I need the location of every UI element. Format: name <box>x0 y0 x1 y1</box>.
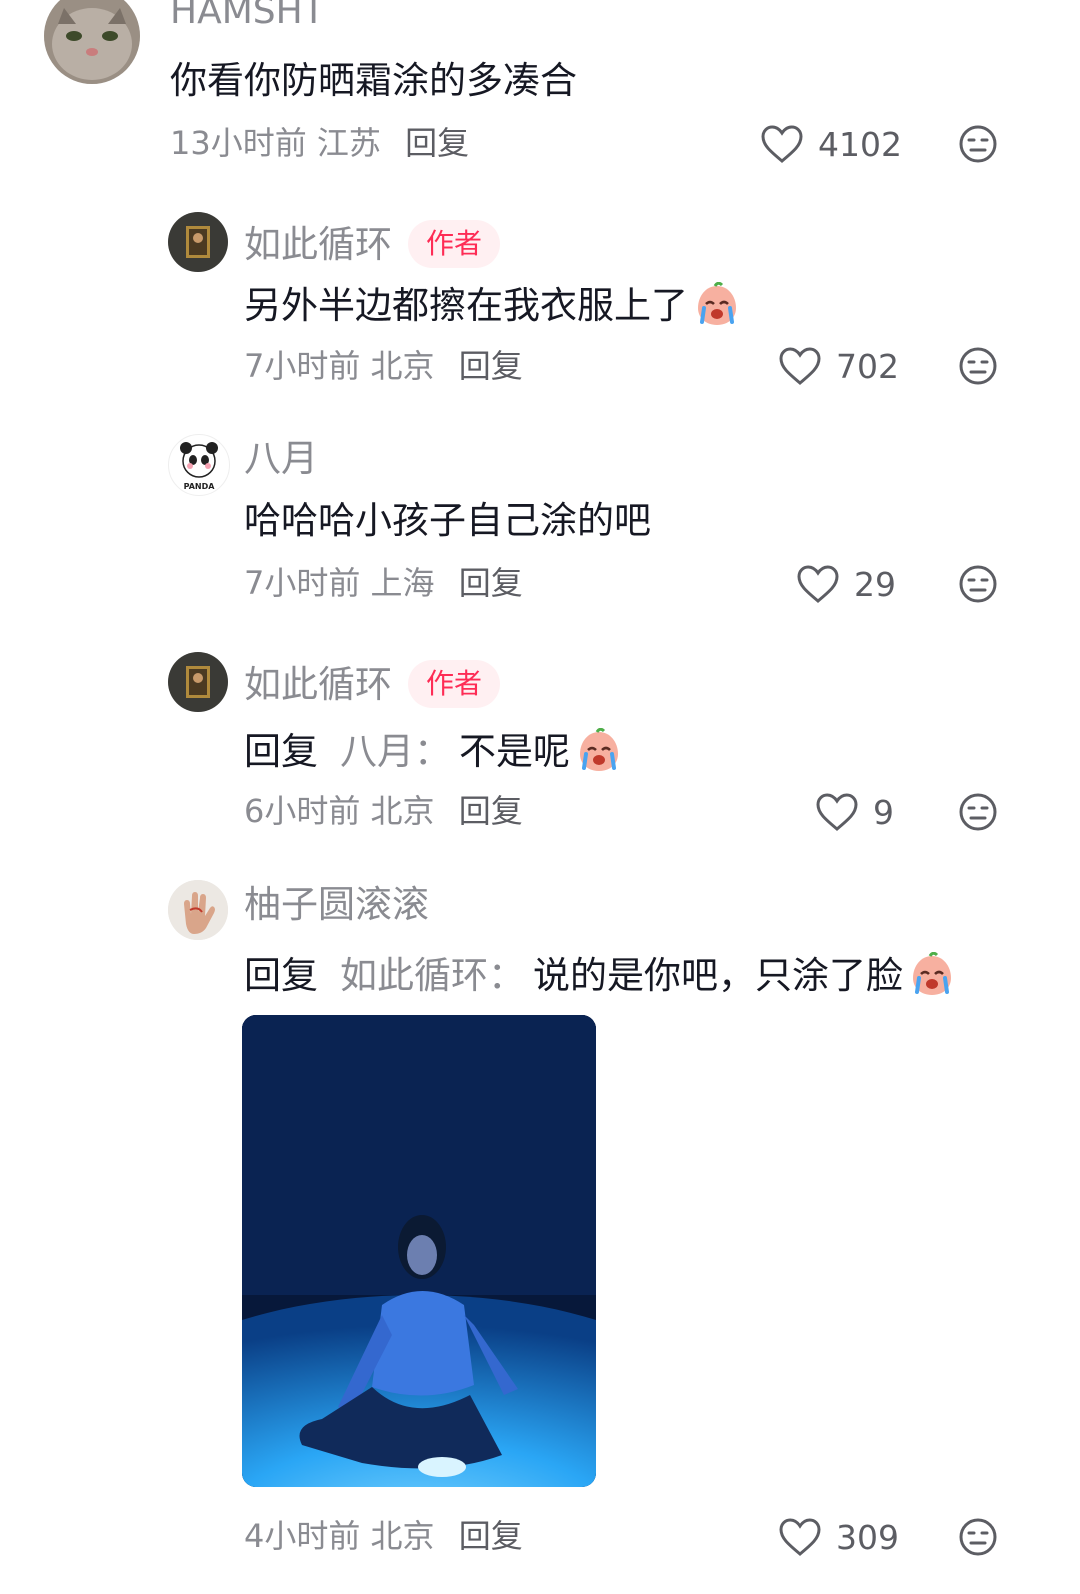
comment-author[interactable]: HAMSHT <box>170 0 325 30</box>
reply-button[interactable]: 回复 <box>459 564 523 602</box>
attached-photo[interactable] <box>242 1015 596 1487</box>
comment-meta: 13小时前 江苏 回复 <box>170 127 469 159</box>
author-name[interactable]: 如此循环 <box>244 666 392 703</box>
heart-outline-icon <box>779 1518 821 1556</box>
heart-outline-icon <box>797 565 839 603</box>
comment-body: 哈哈哈小孩子自己涂的吧 <box>244 499 651 542</box>
comment-meta: 7小时前 北京 回复 <box>244 350 523 382</box>
like-button[interactable]: 9 <box>815 792 894 832</box>
comment-text: 另外半边都擦在我衣服上了 <box>244 282 740 328</box>
neutral-face-icon[interactable] <box>958 346 998 386</box>
reply-button[interactable]: 回复 <box>459 1517 523 1555</box>
neutral-face-icon[interactable] <box>958 1517 998 1557</box>
reply-button[interactable]: 回复 <box>459 347 523 385</box>
comment-author[interactable]: 如此循环 作者 <box>244 660 501 708</box>
comment-time: 7小时前 <box>244 564 361 602</box>
heart-outline-icon <box>779 347 821 385</box>
crying-face-emoji <box>698 282 736 325</box>
author-badge: 作者 <box>408 660 501 708</box>
comment-time: 7小时前 <box>244 347 361 385</box>
author-name[interactable]: 柚子圆滚滚 <box>244 886 429 923</box>
avatar-cat[interactable] <box>44 0 140 84</box>
neutral-face-icon[interactable] <box>958 564 998 604</box>
comment-body: 说的是你吧，只涂了脸 <box>533 953 903 997</box>
comment-text: 哈哈哈小孩子自己涂的吧 <box>244 502 651 539</box>
crying-face-emoji <box>580 728 618 771</box>
heart-outline-icon <box>816 793 858 831</box>
author-name[interactable]: 如此循环 <box>244 226 392 263</box>
heart-outline-icon <box>761 125 803 163</box>
like-button[interactable]: 702 <box>778 346 899 386</box>
avatar-badge-text: PANDA <box>184 482 216 491</box>
comment-time: 13小时前 <box>170 124 307 162</box>
avatar-hand[interactable] <box>168 880 228 940</box>
comment-location: 北京 <box>370 347 435 385</box>
like-count: 702 <box>836 346 899 386</box>
comment-location: 北京 <box>370 1517 435 1555</box>
comment-meta: 6小时前 北京 回复 <box>244 795 523 827</box>
reply-button[interactable]: 回复 <box>405 124 469 162</box>
reply-prefix: 回复 <box>244 729 318 773</box>
reply-prefix: 回复 <box>244 953 318 997</box>
like-button[interactable]: 29 <box>796 564 896 604</box>
author-name[interactable]: 八月 <box>244 440 318 477</box>
comment-text: 回复 八月： 不是呢 <box>244 728 622 774</box>
comment-body: 不是呢 <box>459 729 570 773</box>
reply-target[interactable]: 如此循环： <box>340 957 525 994</box>
avatar-painting[interactable] <box>168 652 228 712</box>
comment-body: 另外半边都擦在我衣服上了 <box>244 283 688 327</box>
comment-body: 你看你防晒霜涂的多凑合 <box>170 59 577 102</box>
comment-location: 上海 <box>370 564 435 602</box>
author-badge: 作者 <box>408 220 501 268</box>
comment-author[interactable]: 如此循环 作者 <box>244 220 501 268</box>
like-count: 4102 <box>818 124 902 164</box>
comment-meta: 4小时前 北京 回复 <box>244 1520 523 1552</box>
avatar-painting[interactable] <box>168 212 228 272</box>
comment-time: 4小时前 <box>244 1517 361 1555</box>
comment-meta: 7小时前 上海 回复 <box>244 567 523 599</box>
neutral-face-icon[interactable] <box>958 124 998 164</box>
comment-time: 6小时前 <box>244 792 361 830</box>
like-count: 9 <box>873 792 894 832</box>
like-button[interactable]: 309 <box>778 1517 899 1557</box>
photo-image <box>242 1015 596 1487</box>
avatar-panda[interactable]: PANDA <box>168 434 230 496</box>
like-button[interactable]: 4102 <box>760 124 902 164</box>
like-count: 309 <box>836 1517 899 1557</box>
neutral-face-icon[interactable] <box>958 792 998 832</box>
comment-location: 江苏 <box>316 124 381 162</box>
comment-author[interactable]: 八月 <box>244 440 318 477</box>
comment-location: 北京 <box>370 792 435 830</box>
reply-target[interactable]: 八月： <box>340 733 451 770</box>
reply-button[interactable]: 回复 <box>459 792 523 830</box>
comment-author[interactable]: 柚子圆滚滚 <box>244 886 429 923</box>
crying-face-emoji <box>913 952 951 995</box>
like-count: 29 <box>854 564 896 604</box>
comment-text: 你看你防晒霜涂的多凑合 <box>170 62 577 99</box>
author-name[interactable]: HAMSHT <box>170 0 325 30</box>
comment-text: 回复 如此循环： 说的是你吧，只涂了脸 <box>244 952 955 998</box>
